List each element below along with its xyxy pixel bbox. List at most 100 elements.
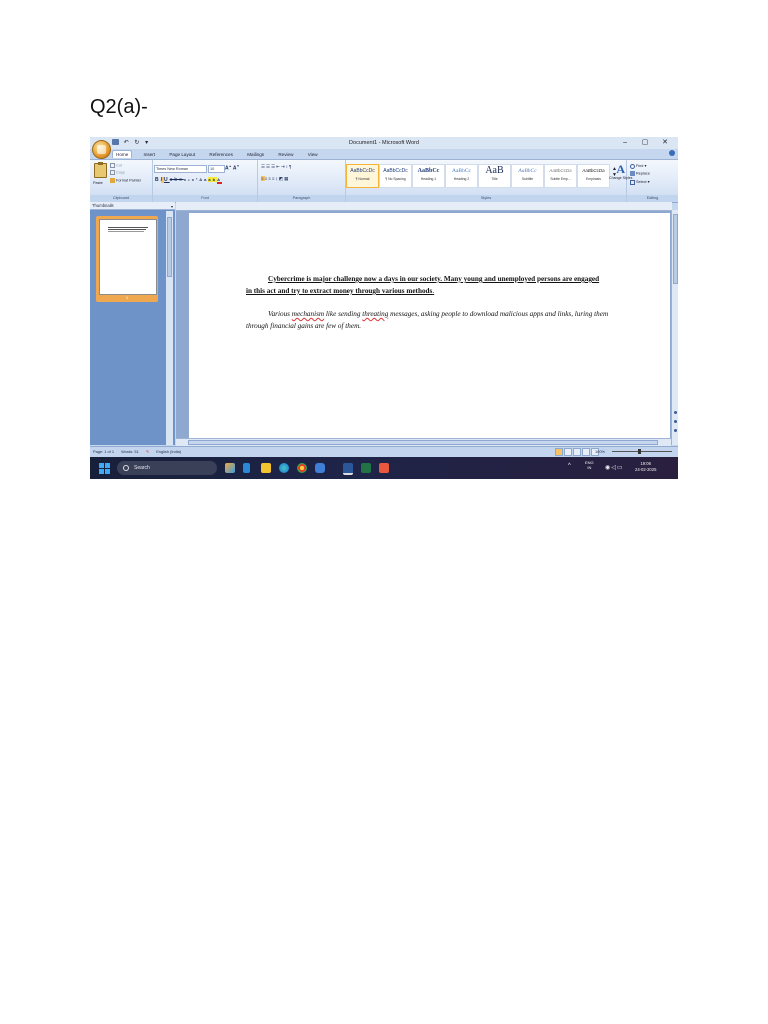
- nav-pane-scrollbar[interactable]: [166, 211, 173, 445]
- maximize-button[interactable]: ▢: [636, 138, 654, 146]
- dropdown-arrow-icon: ▾: [170, 204, 173, 209]
- tab-home[interactable]: Home: [112, 150, 133, 158]
- subscript-icon[interactable]: x₂: [184, 177, 192, 182]
- word-taskbar-icon[interactable]: [343, 463, 353, 475]
- outline-icon[interactable]: [582, 448, 590, 456]
- copy-button[interactable]: Copy: [110, 170, 125, 175]
- format-painter-button[interactable]: Format Painter: [110, 178, 141, 183]
- language-indicator-tray[interactable]: ENG IN: [585, 460, 594, 470]
- thumbnail-line: [108, 231, 144, 232]
- copy-icon: [110, 170, 115, 175]
- paste-button[interactable]: Paste: [93, 181, 103, 185]
- style-subtle-emphasis[interactable]: AaBbCcDa Subtle Emp...: [544, 164, 577, 188]
- zoom-level[interactable]: 100%: [595, 447, 605, 456]
- proofing-icon[interactable]: ✎: [146, 449, 149, 454]
- chrome-icon[interactable]: [297, 463, 307, 473]
- document-area: Cybercrime is major challenge now a days…: [176, 202, 672, 445]
- paragraph-group-label: Paragraph: [258, 195, 345, 202]
- show-hidden-icons-icon[interactable]: ^: [568, 463, 571, 469]
- taskbar-search[interactable]: Search: [117, 461, 217, 475]
- paragraph-group: ☰☰☰⇤⇥↕¶ ≡≡≡≡↨◩▦ Paragraph: [258, 160, 346, 202]
- vertical-scrollbar[interactable]: [671, 210, 678, 445]
- cut-button[interactable]: Cut: [110, 163, 122, 168]
- show-marks-icon[interactable]: ¶: [289, 164, 292, 169]
- search-icon: [123, 465, 129, 471]
- style-heading-2[interactable]: AaBbCc Heading 2: [445, 164, 478, 188]
- page-count[interactable]: Page: 1 of 1: [93, 449, 114, 454]
- grow-font-icon[interactable]: A▲ A▼: [225, 164, 239, 172]
- style-title[interactable]: AaB Title: [478, 164, 511, 188]
- vertical-scroll-thumb[interactable]: [673, 214, 678, 284]
- borders-icon[interactable]: ▦: [284, 176, 289, 181]
- clock[interactable]: 19:06 24-02-2025: [635, 461, 656, 473]
- highlight-icon[interactable]: ab: [208, 177, 218, 182]
- help-icon[interactable]: [669, 150, 675, 156]
- taskbar: Search ^ ENG IN ◉◁▭ 19:06 24-02-2025: [90, 457, 678, 479]
- style-no-spacing[interactable]: AaBbCcDc ¶ No Spacing: [379, 164, 412, 188]
- paragraph-2[interactable]: Various mechanism like sending threating…: [246, 308, 609, 332]
- title-bar: ↶ ↻ ▾ Document1 - Microsoft Word – ▢ ✕: [90, 137, 678, 149]
- tab-mailings[interactable]: Mailings: [244, 151, 267, 158]
- select-icon: [630, 179, 635, 185]
- replace-button[interactable]: Replace: [630, 171, 650, 176]
- tab-references[interactable]: References: [206, 151, 236, 158]
- print-layout-icon[interactable]: [555, 448, 563, 456]
- font-color-icon[interactable]: A: [217, 177, 222, 184]
- browse-object-icon[interactable]: [674, 420, 677, 423]
- excel-taskbar-icon[interactable]: [361, 463, 371, 473]
- zoom-slider[interactable]: [612, 451, 672, 452]
- system-tray-icons[interactable]: ◉◁▭: [605, 464, 624, 471]
- spelling-flag: mechanism: [291, 310, 325, 318]
- next-page-icon[interactable]: [674, 429, 677, 432]
- style-heading-1[interactable]: AaBbCc Heading 1: [412, 164, 445, 188]
- style-emphasis[interactable]: AaBbCcDa Emphasis: [577, 164, 610, 188]
- tab-page-layout[interactable]: Page Layout: [166, 151, 198, 158]
- paragraph-1[interactable]: Cybercrime is major challenge now a days…: [246, 273, 602, 297]
- thumbnails-dropdown[interactable]: Thumbnails ▾: [90, 202, 175, 210]
- window-title: Document1 - Microsoft Word: [349, 140, 419, 146]
- copilot-icon[interactable]: [225, 463, 235, 473]
- horizontal-scroll-thumb[interactable]: [188, 440, 658, 445]
- notebook-app-icon[interactable]: [243, 463, 250, 473]
- paste-icon[interactable]: [94, 162, 107, 178]
- font-name-select[interactable]: Times New Roman: [154, 165, 207, 173]
- tab-insert[interactable]: Insert: [141, 151, 159, 158]
- zoom-slider-handle[interactable]: [638, 449, 641, 454]
- word-count[interactable]: Words: 51: [121, 449, 139, 454]
- close-button[interactable]: ✕: [656, 138, 674, 146]
- powerpoint-taskbar-icon[interactable]: [379, 463, 389, 473]
- strikethrough-icon[interactable]: abc: [170, 177, 184, 183]
- document-page[interactable]: Cybercrime is major challenge now a days…: [189, 213, 670, 445]
- clipboard-group: Paste Cut Copy Format Painter Clipboard: [90, 160, 153, 202]
- change-styles-icon: A: [616, 162, 626, 176]
- minimize-button[interactable]: –: [616, 139, 634, 146]
- edge-icon[interactable]: [279, 463, 289, 473]
- font-size-select[interactable]: 10: [208, 165, 225, 173]
- find-button[interactable]: Find ▾: [630, 163, 646, 169]
- horizontal-scrollbar[interactable]: [176, 438, 671, 446]
- font-group: Times New Roman 10 A▲ A▼ BIUabcx₂x²AaabA…: [153, 160, 258, 202]
- select-button[interactable]: Select ▾: [630, 179, 650, 185]
- office-button[interactable]: [92, 140, 111, 159]
- tab-view[interactable]: View: [305, 151, 321, 158]
- align-buttons: ≡≡≡≡↨◩▦: [261, 176, 289, 182]
- scissors-icon: [110, 163, 115, 168]
- office-logo-icon: [97, 145, 106, 154]
- bold-icon[interactable]: B: [155, 177, 161, 183]
- style-subtitle[interactable]: AaBbCc Subtitle: [511, 164, 544, 188]
- status-left: Page: 1 of 1 Words: 51 ✎ English (India): [93, 447, 187, 456]
- style-normal[interactable]: AaBbCcDc ¶ Normal: [346, 164, 379, 188]
- tab-review[interactable]: Review: [275, 151, 296, 158]
- app-icon[interactable]: [315, 463, 325, 473]
- nav-scroll-thumb[interactable]: [167, 217, 172, 277]
- file-explorer-icon[interactable]: [261, 463, 271, 473]
- web-layout-icon[interactable]: [573, 448, 581, 456]
- language-indicator[interactable]: English (India): [156, 449, 181, 454]
- page-thumbnail[interactable]: 1: [96, 216, 158, 302]
- prev-page-icon[interactable]: [674, 411, 677, 414]
- find-icon: [630, 163, 635, 169]
- ribbon: Paste Cut Copy Format Painter Clipboard …: [90, 159, 678, 203]
- full-screen-icon[interactable]: [564, 448, 572, 456]
- windows-start-icon[interactable]: [99, 463, 110, 474]
- window-controls: – ▢ ✕: [616, 138, 674, 146]
